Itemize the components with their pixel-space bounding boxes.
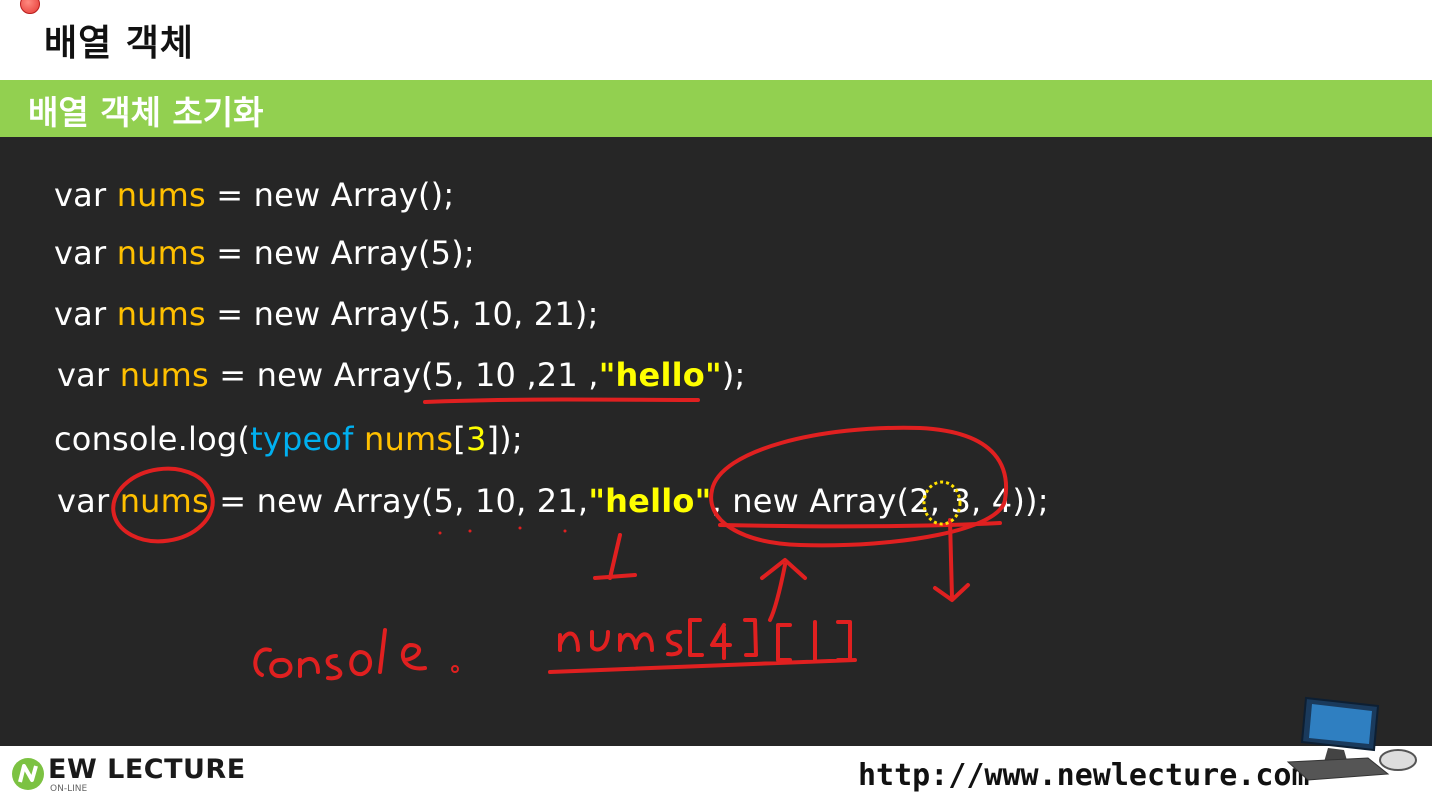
keyword-typeof: typeof [250,420,354,458]
keyword-var: var [57,356,110,394]
keyword-var: var [54,234,107,272]
variable-name: nums [116,176,206,214]
code-line-5: console.log(typeof nums[3]); [54,420,523,458]
code-line-2: var nums = new Array(5); [54,234,475,272]
computer-illustration-icon [1286,696,1417,781]
code-line-6: var nums = new Array(5, 10, 21,"hello", … [57,482,1049,520]
slide-title: 배열 객체 [44,23,195,64]
variable-name: nums [116,234,206,272]
record-indicator-icon [20,0,40,14]
code-line-4: var nums = new Array(5, 10 ,21 ,"hello")… [57,356,746,394]
variable-name: nums [364,420,454,458]
keyword-var: var [54,176,107,214]
code-text: = new Array(); [205,176,455,214]
code-text: ); [721,356,746,394]
string-literal: "hello" [598,356,722,394]
newlecture-logo-icon [12,758,44,790]
code-text: = new Array(5, 10 ,21 , [208,356,599,394]
code-text: = new Array(5, 10, 21, [208,482,589,520]
code-text: = new Array(5); [205,234,475,272]
keyword-var: var [57,482,110,520]
index-literal: 3 [465,420,487,458]
code-text: console.log( [54,420,251,458]
code-line-1: var nums = new Array(); [54,176,454,214]
code-line-3: var nums = new Array(5, 10, 21); [54,295,599,333]
section-title: 배열 객체 초기화 [28,93,264,132]
keyword-var: var [54,295,107,333]
string-literal: "hello" [588,482,712,520]
code-text: ]); [486,420,523,458]
variable-name: nums [119,482,209,520]
logo-subtitle: ON-LINE [50,784,88,794]
logo-text: EW LECTURE [48,754,246,785]
code-text: = new Array(5, 10, 21); [205,295,599,333]
section-header: 배열 객체 초기화 [0,80,1432,137]
code-text: , new Array(2, 3, 4)); [711,482,1049,520]
footer: EW LECTURE ON-LINE http://www.newlecture… [0,746,1432,799]
variable-name: nums [116,295,206,333]
code-text: [ [453,420,466,458]
website-url[interactable]: http://www.newlecture.com [858,758,1310,793]
variable-name: nums [119,356,209,394]
